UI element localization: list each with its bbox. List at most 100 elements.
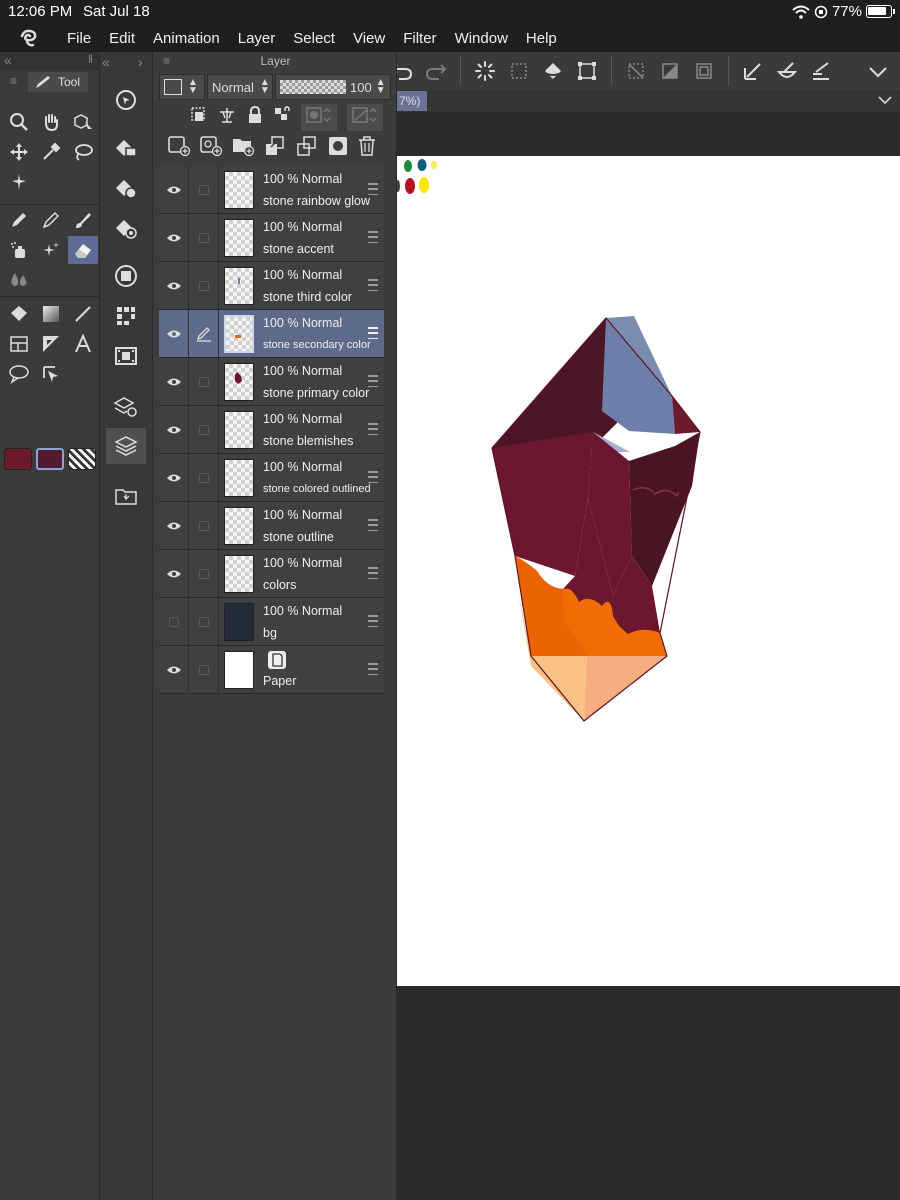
drag-handle-icon[interactable] xyxy=(368,663,378,675)
reference-layer-icon[interactable] xyxy=(217,106,237,129)
menu-filter[interactable]: Filter xyxy=(394,30,445,47)
frame-tool-icon[interactable] xyxy=(4,330,34,358)
layer-row[interactable]: 100 % Normal stone accent xyxy=(159,214,384,262)
transparent-color-swatch[interactable] xyxy=(68,448,96,470)
loading-spinner-icon[interactable] xyxy=(471,57,499,85)
layer-select-checkbox[interactable] xyxy=(189,358,219,406)
visibility-eye-icon[interactable] xyxy=(159,454,189,502)
perspective-ruler-icon[interactable] xyxy=(807,57,835,85)
opacity-control[interactable]: 100 ▲ ▼ xyxy=(275,74,391,100)
visibility-eye-icon[interactable] xyxy=(159,406,189,454)
visibility-eye-icon[interactable] xyxy=(159,166,189,214)
drag-handle-icon[interactable] xyxy=(368,183,378,195)
layer-row-active[interactable]: 100 % Normal stone secondary color xyxy=(159,310,384,358)
create-layer-mask-icon[interactable] xyxy=(327,135,349,162)
clear-selection-icon[interactable] xyxy=(505,57,533,85)
layer-row-paper[interactable]: Paper xyxy=(159,646,384,694)
layer-select-checkbox[interactable] xyxy=(189,454,219,502)
menu-window[interactable]: Window xyxy=(446,30,517,47)
transform-icon[interactable] xyxy=(573,57,601,85)
blend-tool-icon[interactable] xyxy=(4,266,34,294)
fill-icon[interactable] xyxy=(539,57,567,85)
fill-tool-icon[interactable] xyxy=(4,300,34,328)
magic-wand-tool-icon[interactable] xyxy=(4,168,34,196)
brush-size-icon[interactable] xyxy=(106,210,146,246)
layer-row[interactable]: 100 % Normal stone blemishes xyxy=(159,406,384,454)
layer-row[interactable]: 100 % Normal stone rainbow glow xyxy=(159,166,384,214)
ruler-display-icon[interactable] xyxy=(347,103,383,131)
new-raster-layer-icon[interactable] xyxy=(167,135,191,162)
visibility-eye-icon[interactable] xyxy=(159,550,189,598)
mask-enable-icon[interactable] xyxy=(301,103,337,131)
timeline-icon[interactable] xyxy=(106,338,146,374)
menu-file[interactable]: File xyxy=(58,30,100,47)
color-set-icon[interactable] xyxy=(106,298,146,334)
balloon-tool-icon[interactable] xyxy=(4,360,34,388)
layer-row[interactable]: 100 % Normal stone third color xyxy=(159,262,384,310)
sub-tool-icon[interactable] xyxy=(106,130,146,166)
visibility-toggle-off[interactable] xyxy=(159,598,189,646)
lasso-tool-icon[interactable] xyxy=(68,138,98,166)
drag-handle-icon[interactable] xyxy=(368,471,378,483)
delete-layer-icon[interactable] xyxy=(357,135,377,162)
menu-layer[interactable]: Layer xyxy=(229,30,285,47)
canvas-tab[interactable]: 7%) xyxy=(397,91,427,111)
layer-select-checkbox[interactable] xyxy=(189,214,219,262)
main-color-swatch[interactable] xyxy=(4,448,32,470)
drag-handle-icon[interactable] xyxy=(368,615,378,627)
visibility-eye-icon[interactable] xyxy=(159,502,189,550)
tool-property-icon[interactable] xyxy=(106,170,146,206)
drag-handle-icon[interactable] xyxy=(368,567,378,579)
canvas-paper[interactable] xyxy=(397,156,900,986)
invert-selection-icon[interactable] xyxy=(656,57,684,85)
tab-list-chevron-icon[interactable] xyxy=(878,92,892,110)
material-icon[interactable] xyxy=(106,478,146,514)
visibility-eye-icon[interactable] xyxy=(159,310,189,358)
layer-select-checkbox[interactable] xyxy=(189,166,219,214)
toolbar-collapse-chevron-icon[interactable] xyxy=(864,58,892,86)
text-tool-icon[interactable] xyxy=(68,330,98,358)
collapse-left-icon[interactable]: « xyxy=(102,54,110,70)
ruler-icon[interactable] xyxy=(739,57,767,85)
menu-view[interactable]: View xyxy=(344,30,394,47)
airbrush-tool-icon[interactable] xyxy=(4,236,34,264)
menu-edit[interactable]: Edit xyxy=(100,30,144,47)
symmetry-ruler-icon[interactable] xyxy=(773,57,801,85)
drag-handle-icon[interactable] xyxy=(368,231,378,243)
layer-select-checkbox[interactable] xyxy=(189,550,219,598)
editing-pen-icon[interactable] xyxy=(189,310,219,358)
layer-row[interactable]: 100 % Normal stone colored outlined xyxy=(159,454,384,502)
visibility-eye-icon[interactable] xyxy=(159,214,189,262)
visibility-eye-icon[interactable] xyxy=(159,646,189,694)
layer-row[interactable]: 100 % Normal stone outline xyxy=(159,502,384,550)
panel-menu-icon[interactable]: ≡ xyxy=(10,74,17,88)
move-tool-icon[interactable] xyxy=(4,138,34,166)
ruler-tool-icon[interactable] xyxy=(36,330,66,358)
layer-property-icon[interactable] xyxy=(106,388,146,424)
correct-line-tool-icon[interactable] xyxy=(36,360,66,388)
decoration-tool-icon[interactable] xyxy=(36,236,66,264)
redo-icon[interactable] xyxy=(422,57,450,85)
layer-panel-icon[interactable] xyxy=(106,428,146,464)
layer-select-checkbox[interactable] xyxy=(189,598,219,646)
expand-right-icon[interactable]: › xyxy=(138,54,143,70)
color-wheel-icon[interactable] xyxy=(106,258,146,294)
selection-border-icon[interactable] xyxy=(690,57,718,85)
collapse-left-icon[interactable]: « xyxy=(4,52,12,68)
layer-select-checkbox[interactable] xyxy=(189,502,219,550)
line-tool-icon[interactable] xyxy=(68,300,98,328)
visibility-eye-icon[interactable] xyxy=(159,358,189,406)
hand-tool-icon[interactable] xyxy=(36,108,66,136)
pencil-tool-icon[interactable] xyxy=(36,206,66,234)
panel-grip-icon[interactable]: ‖ xyxy=(88,52,93,66)
eraser-tool-icon[interactable] xyxy=(68,236,98,264)
blend-mode-select[interactable]: Normal ▲ ▼ xyxy=(207,74,273,100)
tab-tool[interactable]: Tool xyxy=(28,72,88,92)
drag-handle-icon[interactable] xyxy=(368,279,378,291)
lock-layer-icon[interactable] xyxy=(247,105,263,129)
menu-help[interactable]: Help xyxy=(517,30,566,47)
pen-tool-icon[interactable] xyxy=(4,206,34,234)
zoom-tool-icon[interactable] xyxy=(4,108,34,136)
combine-to-lower-layer-icon[interactable] xyxy=(295,135,319,162)
new-vector-layer-icon[interactable] xyxy=(199,135,223,162)
